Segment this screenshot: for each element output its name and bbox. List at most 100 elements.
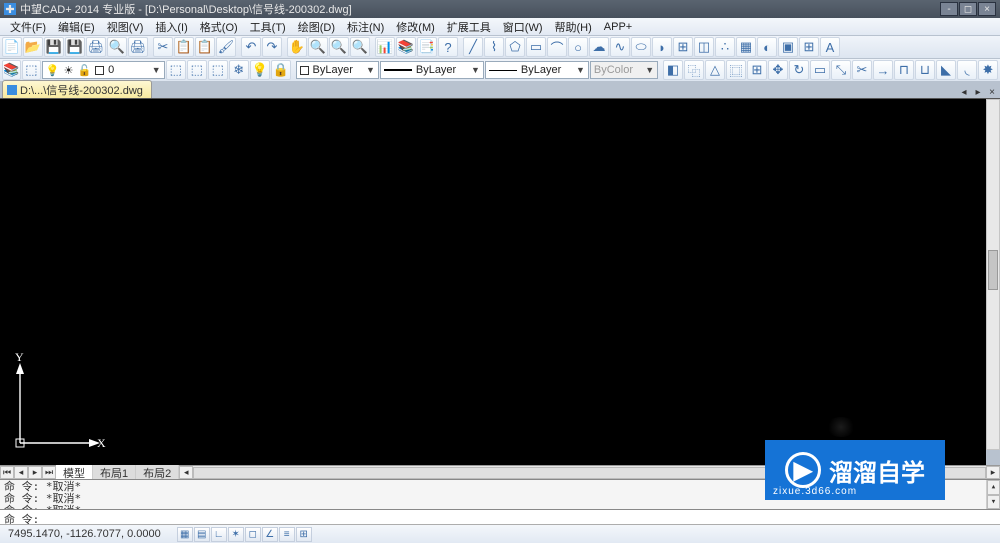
layerlock-icon[interactable]: 🔒 [271,60,291,80]
copy-icon[interactable]: 📋 [174,37,194,57]
fillet-icon[interactable]: ◟ [957,60,977,80]
dyn-toggle[interactable]: ⊞ [296,527,312,542]
explode-icon[interactable]: ✸ [978,60,998,80]
tab-next-icon[interactable]: ▸ [28,466,42,479]
break-icon[interactable]: ⊓ [894,60,914,80]
lineweight-dropdown[interactable]: ByLayer ▼ [485,61,589,79]
layerfreeze-icon[interactable]: ❄ [229,60,249,80]
circle-icon[interactable]: ○ [568,37,588,57]
saveas-icon[interactable]: 💾 [65,37,85,57]
tab-first-icon[interactable]: ⏮ [0,466,14,479]
menu-tools[interactable]: 工具(T) [244,17,292,37]
lwt-toggle[interactable]: ≡ [279,527,295,542]
chamfer-icon[interactable]: ◣ [936,60,956,80]
minimize-button[interactable]: - [940,2,958,16]
layerprops-icon[interactable]: 📚 [2,60,21,80]
osnap-toggle[interactable]: ◻ [245,527,261,542]
offset-icon[interactable]: ⿴ [726,60,746,80]
scroll-left-icon[interactable]: ◂ [179,466,193,479]
menu-help[interactable]: 帮助(H) [549,17,598,37]
open-icon[interactable]: 📂 [23,37,43,57]
trim-icon[interactable]: ✂ [852,60,872,80]
menu-express[interactable]: 扩展工具 [441,17,497,37]
menu-modify[interactable]: 修改(M) [390,17,441,37]
grid-toggle[interactable]: ▤ [194,527,210,542]
color-dropdown[interactable]: ByLayer ▼ [296,61,379,79]
rotate-icon[interactable]: ↻ [789,60,809,80]
scroll-up-icon[interactable]: ▴ [987,480,1000,495]
scrollbar-thumb[interactable] [988,250,998,290]
menu-insert[interactable]: 插入(I) [149,17,193,37]
tab-close-icon[interactable]: × [986,86,998,98]
pan-icon[interactable]: ✋ [287,37,307,57]
move-icon[interactable]: ✥ [768,60,788,80]
copy-obj-icon[interactable]: ⿻ [684,60,704,80]
document-tab[interactable]: D:\...\信号线-200302.dwg [2,80,152,98]
menu-dimension[interactable]: 标注(N) [341,17,390,37]
preview-icon[interactable]: 🔍 [107,37,127,57]
new-icon[interactable]: 📄 [2,37,22,57]
scroll-down-icon[interactable]: ▾ [987,495,1000,510]
line-icon[interactable]: ╱ [463,37,483,57]
tab-right-icon[interactable]: ▸ [972,86,984,98]
layeroff-icon[interactable]: 💡 [250,60,270,80]
extend-icon[interactable]: → [873,60,893,80]
rectangle-icon[interactable]: ▭ [526,37,546,57]
designcenter-icon[interactable]: 📚 [396,37,416,57]
print-icon[interactable]: 🖨 [86,37,106,57]
scroll-right-icon[interactable]: ▸ [986,466,1000,479]
undo-icon[interactable]: ↶ [241,37,261,57]
paste-icon[interactable]: 📋 [195,37,215,57]
snap-toggle[interactable]: ▦ [177,527,193,542]
scale-icon[interactable]: ▭ [810,60,830,80]
point-icon[interactable]: ∴ [715,37,735,57]
tab-left-icon[interactable]: ◂ [958,86,970,98]
drawing-canvas[interactable]: Y X [0,99,986,465]
arc-icon[interactable]: ⌒ [547,37,567,57]
erase-icon[interactable]: ◧ [663,60,683,80]
command-input[interactable]: 命 令: [0,509,1000,524]
table-icon[interactable]: ⊞ [799,37,819,57]
menu-window[interactable]: 窗口(W) [497,17,549,37]
region-icon[interactable]: ▣ [778,37,798,57]
maximize-button[interactable]: ◻ [959,2,977,16]
plotstyle-dropdown[interactable]: ByColor ▼ [590,61,658,79]
menu-draw[interactable]: 绘图(D) [292,17,341,37]
layerstates-icon[interactable]: ⬚ [22,60,41,80]
plot-icon[interactable]: 🖨 [128,37,148,57]
zoom-window-icon[interactable]: 🔍 [329,37,349,57]
stretch-icon[interactable]: ⤡ [831,60,851,80]
ortho-toggle[interactable]: ∟ [211,527,227,542]
linetype-dropdown[interactable]: ByLayer ▼ [380,61,484,79]
vertical-scrollbar[interactable] [986,99,1000,450]
tab-prev-icon[interactable]: ◂ [14,466,28,479]
redo-icon[interactable]: ↷ [262,37,282,57]
menu-edit[interactable]: 编辑(E) [52,17,101,37]
polar-toggle[interactable]: ✶ [228,527,244,542]
menu-app[interactable]: APP+ [598,19,638,35]
close-button[interactable]: × [978,2,996,16]
match-icon[interactable]: 🖌 [216,37,236,57]
insert-icon[interactable]: ⊞ [673,37,693,57]
zoom-realtime-icon[interactable]: 🔍 [308,37,328,57]
tab-last-icon[interactable]: ⏭ [42,466,56,479]
gradient-icon[interactable]: ◐ [757,37,777,57]
menu-file[interactable]: 文件(F) [4,17,52,37]
properties-icon[interactable]: 📊 [375,37,395,57]
coord-readout[interactable]: 7495.1470, -1126.7077, 0.0000 [2,528,167,540]
array-icon[interactable]: ⊞ [747,60,767,80]
layermatch-icon[interactable]: ⬚ [208,60,228,80]
block-icon[interactable]: ◫ [694,37,714,57]
revcloud-icon[interactable]: ☁ [589,37,609,57]
polygon-icon[interactable]: ⬠ [505,37,525,57]
cut-icon[interactable]: ✂ [153,37,173,57]
mirror-icon[interactable]: △ [705,60,725,80]
ellipse-icon[interactable]: ⬭ [631,37,651,57]
layermake-icon[interactable]: ⬚ [187,60,207,80]
layerprev-icon[interactable]: ⬚ [166,60,186,80]
otrack-toggle[interactable]: ∠ [262,527,278,542]
menu-format[interactable]: 格式(O) [194,17,244,37]
spline-icon[interactable]: ∿ [610,37,630,57]
text-icon[interactable]: A [820,37,840,57]
ellipsearc-icon[interactable]: ◗ [652,37,672,57]
